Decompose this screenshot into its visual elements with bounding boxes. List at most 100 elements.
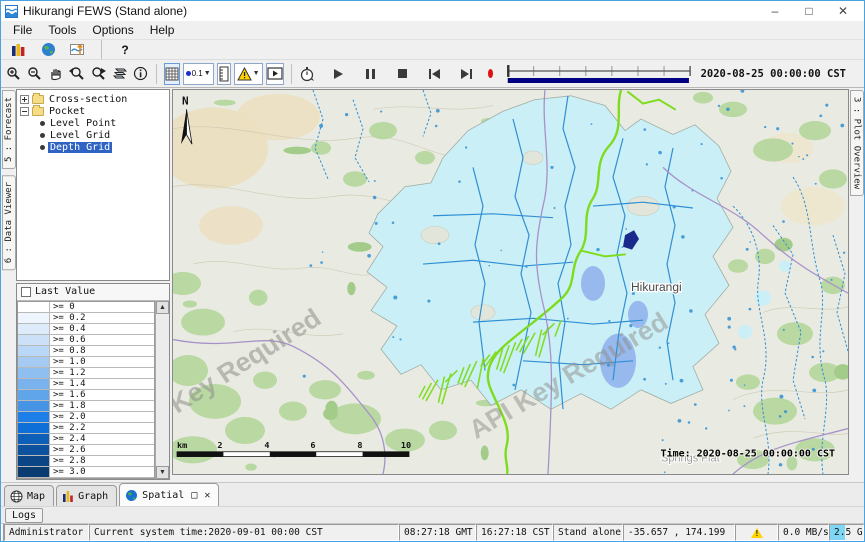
bullet-icon [40,145,45,150]
legend-row: >= 2.8 [18,456,154,467]
bullet-icon [40,133,45,138]
tree-node-cross-section[interactable]: Cross-section [20,93,169,105]
maximize-button[interactable]: □ [792,2,826,20]
legend-swatch [18,401,50,411]
minimize-button[interactable]: – [758,2,792,20]
legend-scrollbar[interactable]: ▲ ▼ [155,301,169,479]
status-user: Administrator [4,524,89,541]
pan-hand-icon[interactable] [47,63,64,85]
menu-item[interactable]: File [5,21,40,39]
legend-swatch [18,478,50,479]
collapse-icon[interactable] [20,107,29,116]
tree-node-pocket[interactable]: Pocket [20,105,169,117]
legend-swatch [18,423,50,433]
bar-chart-icon [62,490,74,502]
tab-forecast[interactable]: 5 : Forecast [2,90,16,169]
legend-row: >= 3.0 [18,467,154,478]
stopwatch-icon[interactable] [298,63,316,85]
legend-swatch [18,324,50,334]
legend-row: >= 1.8 [18,401,154,412]
scroll-up-icon[interactable]: ▲ [156,301,169,314]
menu-item[interactable]: Tools [40,21,84,39]
tab-map[interactable]: Map [4,485,54,506]
svg-text:N: N [182,95,189,108]
close-button[interactable]: ✕ [826,2,860,20]
play-icon[interactable] [327,63,349,85]
tab-spatial[interactable]: Spatial □ ✕ [119,483,219,506]
bullet-icon [40,121,45,126]
legend-row: >= 0 [18,302,154,313]
scroll-down-icon[interactable]: ▼ [156,466,169,479]
status-warning-cell[interactable] [735,524,778,541]
legend-swatch [18,456,50,466]
svg-text:2: 2 [217,440,222,450]
layers-icon[interactable] [111,63,129,85]
pause-icon[interactable] [359,63,381,85]
svg-text:4: 4 [264,440,269,450]
legend-swatch [18,335,50,345]
warning-icon [751,528,763,538]
help-icon[interactable]: ? [114,39,136,61]
logs-button[interactable]: Logs [5,508,43,523]
last-value-checkbox[interactable] [21,287,31,297]
legend-row: >= 0.2 [18,313,154,324]
bottom-tab-row: Map Graph Spatial □ ✕ [1,482,864,506]
legend-swatch [18,357,50,367]
status-local-time: 16:27:18 CST [476,524,553,541]
timeline-slider[interactable] [506,62,691,86]
wireframe-globe-icon [10,490,23,503]
grid-icon[interactable] [164,63,180,85]
legend-row: >= 1.6 [18,390,154,401]
status-mode: Stand alone [553,524,623,541]
record-icon[interactable] [488,69,493,78]
map-canvas[interactable]: API Key Required API Key Required Hikura… [172,89,849,475]
legend-swatch [18,346,50,356]
tab-plot-overview[interactable]: 3 : Plot Overview [850,90,864,196]
place-label-hikurangi: Hikurangi [631,280,682,294]
legend-panel: Last Value >= 0 >= 0.2 >= 0.4 [16,283,170,480]
globe-icon[interactable] [37,39,59,61]
zoom-previous-icon[interactable] [67,63,86,85]
stop-icon[interactable] [391,63,413,85]
legend-swatch [18,302,50,312]
tab-maximize-icon[interactable]: □ [191,490,197,501]
threshold-dropdown[interactable]: 0.1 ▼ [183,63,214,85]
animation-icon[interactable] [266,63,284,85]
zoom-in-icon[interactable] [5,63,23,85]
legend-swatch [18,412,50,422]
info-icon[interactable] [132,63,149,85]
status-gmt-time: 08:27:18 GMT [399,524,476,541]
legend-row: >= 2.6 [18,445,154,456]
status-bar: Administrator Current system time:2020-0… [1,523,864,541]
legend-row: >= 2.0 [18,412,154,423]
tree-node-depth-grid[interactable]: Depth Grid [20,141,169,153]
skip-end-icon[interactable] [455,63,477,85]
status-network: 0.0 MB/s [778,524,829,541]
ruler-icon[interactable] [217,63,231,85]
menu-item[interactable]: Help [142,21,183,39]
skip-start-icon[interactable] [423,63,445,85]
main-toolbar: ? [1,40,864,59]
tab-graph[interactable]: Graph [56,485,117,506]
expand-icon[interactable] [20,95,29,104]
tab-close-icon[interactable]: ✕ [204,490,210,501]
right-tab-strip: 3 : Plot Overview [849,88,864,482]
zoom-next-icon[interactable] [89,63,108,85]
tree-node-level-point[interactable]: Level Point [20,117,169,129]
legend-row: >= 0.4 [18,324,154,335]
tab-data-viewer[interactable]: 6 : Data Viewer [2,175,16,270]
map-toolbar: 0.1 ▼ ▼ 2020-08-25 00:00:00 CST [1,59,864,88]
menu-item[interactable]: Options [84,21,141,39]
warning-dropdown[interactable]: ▼ [234,63,263,85]
legend-swatch [18,467,50,477]
legend-row: >= 1.0 [18,357,154,368]
data-store-icon[interactable] [7,39,29,61]
logs-row: Logs [1,506,864,523]
tree-node-level-grid[interactable]: Level Grid [20,129,169,141]
legend-list: >= 0 >= 0.2 >= 0.4 >= 0.6 >= 0.8 [17,301,155,479]
legend-row: >= 1.2 [18,368,154,379]
left-tab-strip: 5 : Forecast 6 : Data Viewer [1,88,16,482]
zoom-out-icon[interactable] [26,63,44,85]
legend-swatch [18,368,50,378]
longitudinal-profile-icon[interactable] [67,39,89,61]
